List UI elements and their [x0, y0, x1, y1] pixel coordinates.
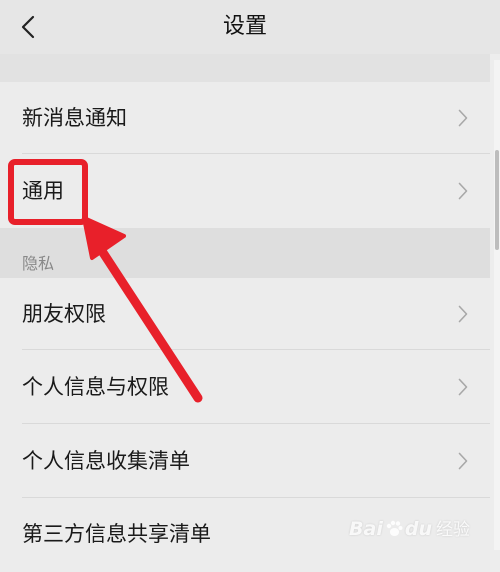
settings-item-friend-permissions[interactable]: 朋友权限	[0, 278, 490, 350]
settings-item-label: 朋友权限	[22, 302, 106, 326]
chevron-right-icon	[458, 378, 468, 396]
watermark-suffix: 经验	[436, 520, 470, 540]
scroll-track	[494, 60, 500, 550]
page-title: 设置	[222, 14, 267, 39]
watermark: Bai du 经验	[349, 515, 470, 540]
settings-item-label: 新消息通知	[22, 106, 127, 130]
section-header-privacy: 隐私	[0, 228, 490, 278]
chevron-right-icon	[458, 452, 468, 470]
settings-item-message-notification[interactable]: 新消息通知	[0, 82, 490, 154]
settings-item-label: 个人信息与权限	[22, 375, 169, 399]
group-gap	[0, 54, 490, 82]
settings-item-label: 第三方信息共享清单	[22, 522, 211, 546]
chevron-right-icon	[458, 182, 468, 200]
section-label: 隐私	[22, 254, 55, 273]
chevron-right-icon	[458, 109, 468, 127]
scrollbar-thumb-overlay	[495, 150, 499, 250]
settings-item-label: 个人信息收集清单	[22, 449, 190, 473]
watermark-brand-left: Bai	[349, 518, 383, 540]
settings-item-label: 通用	[22, 179, 64, 203]
settings-item-personal-info-permissions[interactable]: 个人信息与权限	[0, 350, 490, 424]
top-nav-bar: 设置	[0, 0, 500, 54]
paw-logo-icon	[386, 520, 403, 536]
settings-item-personal-info-collection-list[interactable]: 个人信息收集清单	[0, 424, 490, 498]
chevron-right-icon	[458, 305, 468, 323]
watermark-brand-right: du	[404, 518, 432, 540]
settings-item-general[interactable]: 通用	[0, 154, 490, 228]
